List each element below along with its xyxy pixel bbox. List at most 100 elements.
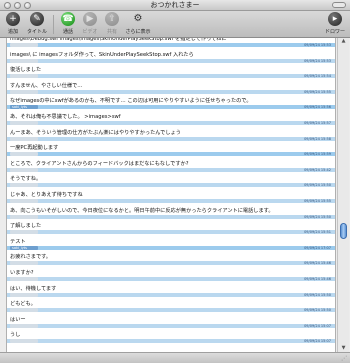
toolbar-separator	[53, 15, 54, 34]
share-label: 共有	[106, 29, 117, 35]
window-title: おつかれさまー	[150, 1, 200, 9]
title-bar[interactable]: おつかれさまー	[0, 0, 350, 11]
more-button[interactable]: ⚙ さらに表示	[123, 12, 153, 37]
message-row: はい、待機してます 09/09/24 15:50	[7, 285, 335, 299]
message-meta-bar: 09/09/24 15:53	[7, 43, 335, 47]
message-text: 了解しました	[10, 223, 42, 230]
message-text: んーまあ、そういう管理の仕方がたぶん楽にはやりやすかったんでしょう	[10, 129, 181, 136]
more-label: さらに表示	[125, 29, 151, 35]
message-timestamp: 09/09/24 15:07	[304, 339, 331, 344]
message-row: そうですね。 09/09/24 15:50	[7, 175, 335, 189]
message-author	[10, 183, 38, 188]
message-text: はい、待機してます	[10, 285, 57, 292]
vertical-scrollbar[interactable]: ▲ ▼	[337, 38, 349, 352]
message-author	[10, 74, 38, 79]
drawer-button[interactable]: ▸ ドロワー	[322, 12, 348, 37]
message-meta-bar: 09/09/24 15:58	[7, 136, 335, 141]
drawer-icon: ▸	[328, 12, 342, 26]
message-timestamp: 09/09/24 15:07	[304, 323, 331, 328]
message-row: なぜimagesの中にswfがあるのかも、不明です… この辺は可用にやりやすいよ…	[7, 97, 335, 111]
message-text: あ、それは俺も不思議でした。 >images>swf	[10, 114, 121, 120]
message-author	[10, 323, 38, 328]
message-meta-bar: 09/09/24 15:55	[7, 199, 335, 203]
resize-grip-icon[interactable]: ⋰	[341, 355, 348, 362]
message-text: あ、向こうもいそがしいので、今日夜位になるかと。明日午前中に反応が無かったらクラ…	[10, 207, 274, 214]
message-row: ところで、クライアントさんからのフィードバックはまだなにもなしですか? 09/09…	[7, 160, 335, 174]
toolbar: + 追加 ✎ タイトル ☎ 通話 ▶ ビデオ ⇪ 共有 ⚙ さらに表示 ▸ ドロ…	[0, 11, 350, 38]
message-timestamp: 09/09/24 15:42	[304, 167, 331, 172]
share-icon: ⇪	[105, 12, 119, 26]
message-timestamp: 09/09/24 15:54	[304, 74, 331, 79]
message-timestamp: 09/09/24 15:53	[304, 43, 331, 47]
scroll-thumb[interactable]	[340, 222, 347, 239]
message-author	[10, 58, 38, 63]
message-meta-bar: 09/09/24 15:46	[7, 277, 335, 281]
message-meta-bar: 09/09/24 15:50	[7, 214, 335, 219]
message-author	[10, 167, 38, 172]
message-row: すんません、やさしい仕様で… 09/09/24 15:55	[7, 82, 335, 96]
message-text: 一度PC再起動します	[10, 145, 59, 152]
message-author	[10, 199, 38, 203]
scroll-up-icon[interactable]: ▲	[339, 38, 348, 45]
plus-icon: +	[6, 12, 20, 26]
message-text: images\ に imagesフォルダ作って、SkinUnderPlaySee…	[10, 51, 194, 58]
pencil-icon: ✎	[30, 12, 44, 26]
add-label: 追加	[7, 29, 18, 35]
chat-log[interactable]: images\Debug.swf images\images\SkinUnder…	[6, 38, 336, 352]
message-row: どもども。 09/09/24 15:50	[7, 300, 335, 314]
message-row: あ、それは俺も不思議でした。 >images>swf 09/09/24 15:57	[7, 113, 335, 127]
message-timestamp: 09/09/24 17:07	[304, 245, 331, 250]
message-author	[10, 261, 38, 266]
status-bar: ⋰	[0, 352, 350, 363]
title-button[interactable]: ✎ タイトル	[24, 12, 50, 37]
message-row: じゃあ、とりあえず待ちですね 09/09/24 15:55	[7, 191, 335, 205]
message-row: んーまあ、そういう管理の仕方がたぶん楽にはやりやすかったんでしょう 09/09/2…	[7, 129, 335, 143]
message-timestamp: 09/09/24 15:59	[304, 152, 331, 157]
message-author: saki_lyts	[10, 105, 38, 110]
message-timestamp: 09/09/24 15:51	[304, 230, 331, 235]
message-meta-bar: 09/09/24 15:46	[7, 261, 335, 266]
message-timestamp: 09/09/24 15:56	[304, 105, 331, 110]
message-text: どもども。	[10, 301, 36, 308]
message-text: そうですね。	[10, 176, 42, 183]
message-timestamp: 09/09/24 15:58	[304, 136, 331, 141]
message-text: 復活しました	[10, 67, 42, 74]
message-text: ところで、クライアントさんからのフィードバックはまだなにもなしですか?	[10, 160, 189, 167]
message-author-name: saki_lyts	[12, 245, 27, 250]
message-row: はいー 09/09/24 15:07	[7, 316, 335, 330]
message-meta-bar: 09/09/24 15:50	[7, 292, 335, 297]
message-text: テスト	[10, 238, 26, 245]
message-row: images\Debug.swf images\images\SkinUnder…	[7, 38, 335, 49]
toolbar-toggle-icon[interactable]	[332, 2, 346, 8]
message-timestamp: 09/09/24 15:55	[304, 199, 331, 203]
message-meta-bar: saki_lyts 09/09/24 15:56	[7, 105, 335, 110]
add-button[interactable]: + 追加	[0, 12, 26, 37]
message-timestamp: 09/09/24 15:50	[304, 292, 331, 297]
message-timestamp: 09/09/24 15:50	[304, 183, 331, 188]
message-row: 復活しました 09/09/24 15:54	[7, 66, 335, 80]
message-author	[10, 292, 38, 297]
message-text: いますか?	[10, 270, 34, 276]
message-timestamp: 09/09/24 15:53	[304, 58, 331, 63]
share-button[interactable]: ⇪ 共有	[99, 12, 125, 37]
message-meta-bar: 09/09/24 15:07	[7, 339, 335, 344]
message-author	[10, 339, 38, 344]
message-author: saki_lyts	[10, 245, 38, 250]
message-meta-bar: 09/09/24 15:50	[7, 183, 335, 188]
message-meta-bar: 09/09/24 15:54	[7, 74, 335, 79]
message-row: うし 09/09/24 15:07	[7, 331, 335, 345]
message-timestamp: 09/09/24 15:50	[304, 214, 331, 219]
message-row: 一度PC再起動します 09/09/24 15:59	[7, 144, 335, 158]
message-author	[10, 277, 38, 281]
message-meta-bar: 09/09/24 15:57	[7, 121, 335, 125]
message-timestamp: 09/09/24 15:46	[304, 261, 331, 266]
scroll-down-icon[interactable]: ▼	[339, 345, 348, 352]
message-author-name: saki_lyts	[12, 105, 27, 110]
message-author	[10, 43, 38, 47]
message-author	[10, 121, 38, 125]
message-author	[10, 136, 38, 141]
message-row: いますか? 09/09/24 15:46	[7, 269, 335, 283]
message-meta-bar: 09/09/24 15:42	[7, 167, 335, 172]
chat-window: おつかれさまー + 追加 ✎ タイトル ☎ 通話 ▶ ビデオ ⇪ 共有 ⚙ さら…	[0, 0, 350, 363]
camera-icon: ▶	[83, 12, 97, 26]
